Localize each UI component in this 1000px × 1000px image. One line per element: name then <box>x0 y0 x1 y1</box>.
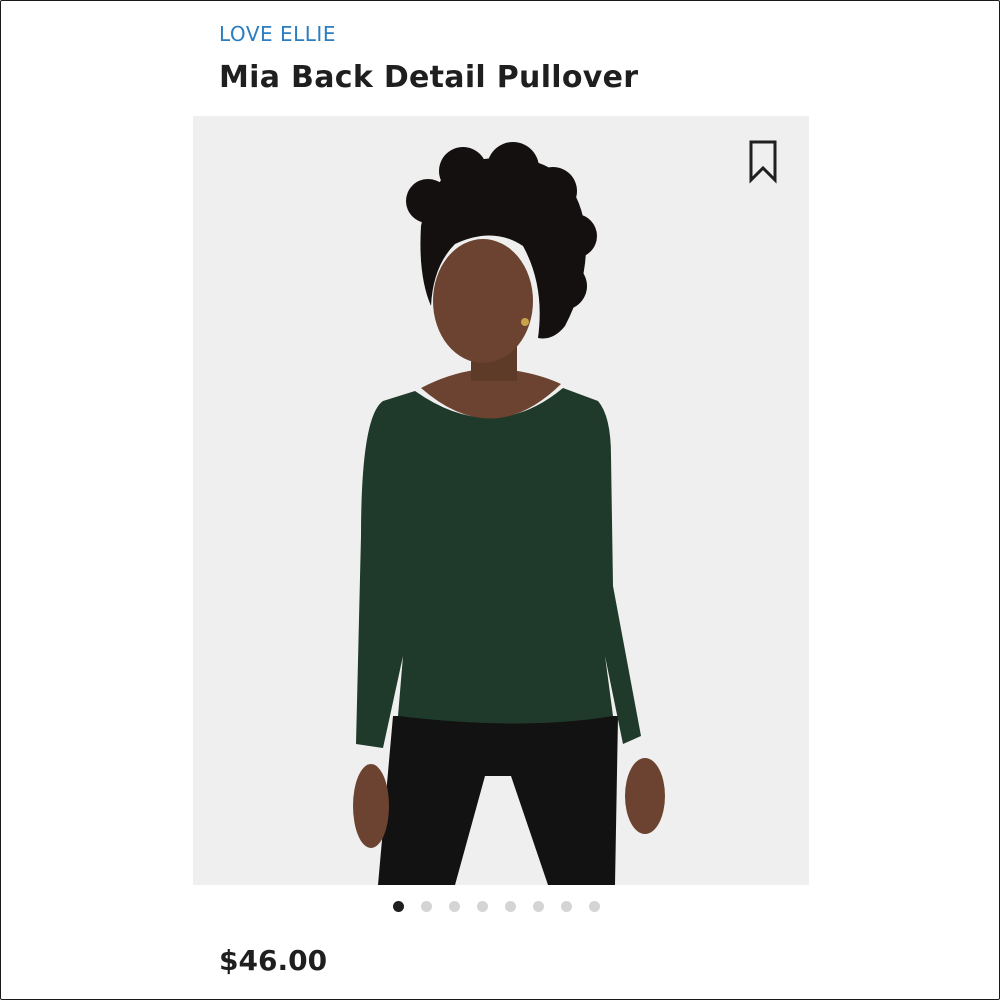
pagination-dot[interactable] <box>561 901 572 912</box>
product-image[interactable] <box>193 116 809 885</box>
pagination-dot[interactable] <box>421 901 432 912</box>
pagination-dot[interactable] <box>505 901 516 912</box>
bookmark-icon <box>749 140 777 184</box>
pagination-dot[interactable] <box>589 901 600 912</box>
pagination-dot[interactable] <box>449 901 460 912</box>
brand-link[interactable]: LOVE ELLIE <box>219 22 336 46</box>
pagination-dot[interactable] <box>393 901 404 912</box>
product-title: Mia Back Detail Pullover <box>219 60 639 95</box>
image-pagination <box>393 901 600 912</box>
bookmark-button[interactable] <box>748 140 778 184</box>
product-photo-illustration <box>193 116 809 885</box>
product-price: $46.00 <box>219 944 328 977</box>
pagination-dot[interactable] <box>533 901 544 912</box>
pagination-dot[interactable] <box>477 901 488 912</box>
